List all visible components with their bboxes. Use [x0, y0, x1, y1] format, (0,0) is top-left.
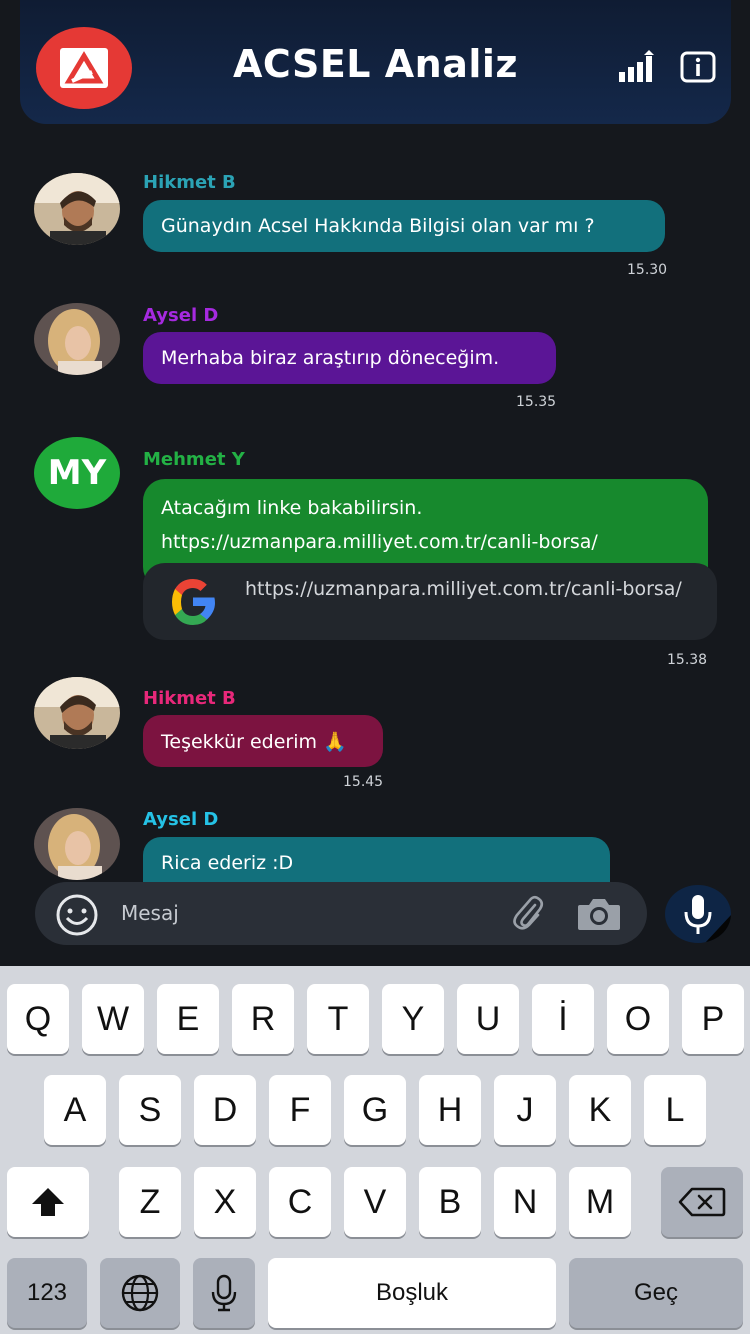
key-i-dotted[interactable]: İ: [532, 984, 594, 1054]
return-key[interactable]: Geç: [569, 1258, 743, 1328]
globe-icon: [121, 1274, 159, 1312]
message-link[interactable]: https://uzmanpara.milliyet.com.tr/canli-…: [161, 531, 598, 553]
message-input-bar: Mesaj: [35, 882, 647, 945]
on-screen-keyboard: Q W E R T Y U İ O P A S D F G H J K L Z …: [0, 966, 750, 1334]
google-icon: [165, 574, 221, 630]
key-b[interactable]: B: [419, 1167, 481, 1237]
sender-name: Hikmet B: [143, 688, 236, 709]
numbers-key[interactable]: 123: [7, 1258, 87, 1328]
key-y[interactable]: Y: [382, 984, 444, 1054]
key-c[interactable]: C: [269, 1167, 331, 1237]
message-text: Atacağım linke bakabilirsin.: [161, 497, 423, 519]
key-w[interactable]: W: [82, 984, 144, 1054]
link-preview-url: https://uzmanpara.milliyet.com.tr/canli-…: [245, 578, 682, 600]
key-t[interactable]: T: [307, 984, 369, 1054]
key-q[interactable]: Q: [7, 984, 69, 1054]
emoji-icon[interactable]: [55, 893, 99, 937]
info-icon[interactable]: [680, 50, 716, 84]
message-time: 15.35: [516, 394, 557, 410]
key-r[interactable]: R: [232, 984, 294, 1054]
sender-name: Aysel D: [143, 305, 219, 326]
key-m[interactable]: M: [569, 1167, 631, 1237]
avatar-mehmet[interactable]: MY: [34, 437, 120, 509]
key-j[interactable]: J: [494, 1075, 556, 1145]
avatar-hikmet[interactable]: [34, 677, 120, 749]
key-e[interactable]: E: [157, 984, 219, 1054]
globe-key[interactable]: [100, 1258, 180, 1328]
message-bubble[interactable]: Teşekkür ederim 🙏: [143, 715, 383, 767]
key-g[interactable]: G: [344, 1075, 406, 1145]
keyboard-mic-icon: [211, 1274, 237, 1312]
microphone-button[interactable]: [665, 885, 731, 943]
avatar-hikmet[interactable]: [34, 173, 120, 245]
message-text: Merhaba biraz araştırıp döneceğim.: [161, 347, 500, 369]
sender-name: Hikmet B: [143, 172, 236, 193]
paperclip-icon[interactable]: [511, 895, 545, 931]
camera-icon[interactable]: [576, 896, 622, 932]
bar-chart-icon[interactable]: [618, 50, 654, 84]
avatar-aysel[interactable]: [34, 808, 120, 880]
key-f[interactable]: F: [269, 1075, 331, 1145]
key-o[interactable]: O: [607, 984, 669, 1054]
message-text: Teşekkür ederim 🙏: [161, 730, 347, 753]
key-x[interactable]: X: [194, 1167, 256, 1237]
backspace-key[interactable]: [661, 1167, 743, 1237]
message-text: Günaydın Acsel Hakkında Bilgisi olan var…: [161, 215, 595, 237]
message-time: 15.38: [667, 652, 708, 668]
key-n[interactable]: N: [494, 1167, 556, 1237]
space-key[interactable]: Boşluk: [268, 1258, 556, 1328]
key-d[interactable]: D: [194, 1075, 256, 1145]
key-l[interactable]: L: [644, 1075, 706, 1145]
key-p[interactable]: P: [682, 984, 744, 1054]
message-bubble[interactable]: Günaydın Acsel Hakkında Bilgisi olan var…: [143, 200, 665, 252]
message-input[interactable]: Mesaj: [121, 901, 179, 925]
message-bubble[interactable]: Merhaba biraz araştırıp döneceğim.: [143, 332, 556, 384]
microphone-icon: [684, 895, 731, 943]
backspace-icon: [678, 1187, 726, 1217]
key-z[interactable]: Z: [119, 1167, 181, 1237]
app-header: ACSEL Analiz: [20, 0, 731, 124]
avatar-aysel[interactable]: [34, 303, 120, 375]
shift-icon: [32, 1188, 64, 1216]
key-u[interactable]: U: [457, 984, 519, 1054]
key-h[interactable]: H: [419, 1075, 481, 1145]
message-time: 15.30: [627, 262, 668, 278]
shift-key[interactable]: [7, 1167, 89, 1237]
link-preview-card[interactable]: https://uzmanpara.milliyet.com.tr/canli-…: [143, 563, 717, 640]
key-s[interactable]: S: [119, 1075, 181, 1145]
sender-name: Mehmet Y: [143, 449, 245, 470]
message-text: Rica ederiz :D: [161, 852, 294, 874]
message-time: 15.45: [343, 774, 384, 790]
sender-name: Aysel D: [143, 809, 219, 830]
key-k[interactable]: K: [569, 1075, 631, 1145]
keyboard-mic-key[interactable]: [193, 1258, 255, 1328]
key-v[interactable]: V: [344, 1167, 406, 1237]
key-a[interactable]: A: [44, 1075, 106, 1145]
